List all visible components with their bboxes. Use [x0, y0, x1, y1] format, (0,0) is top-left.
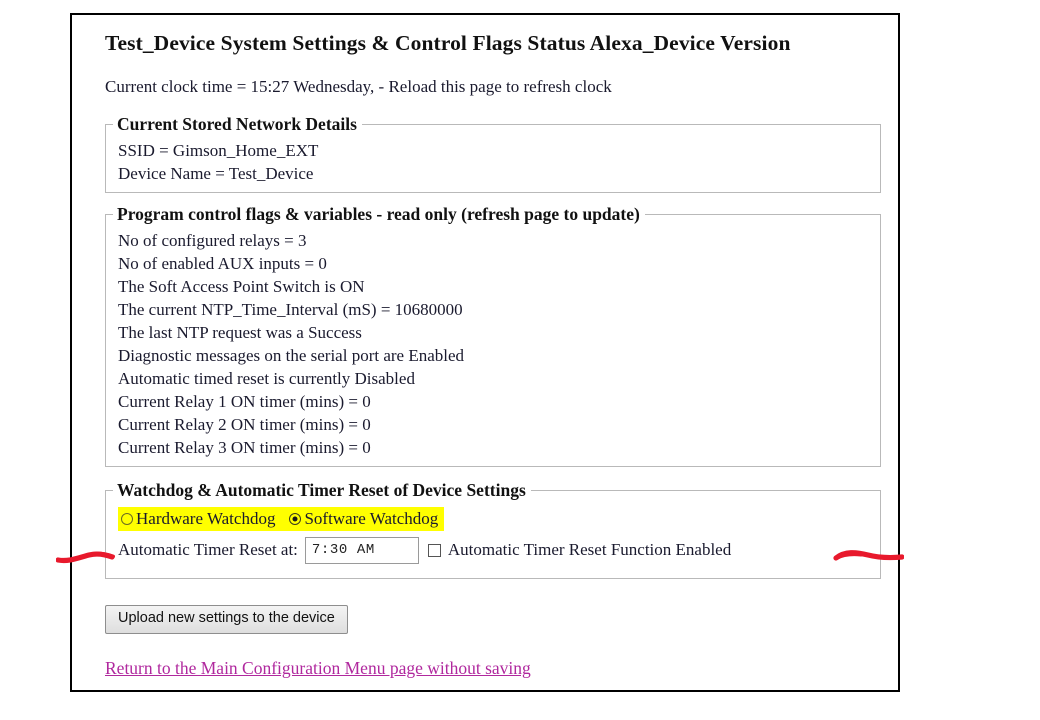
flag-line: The Soft Access Point Switch is ON [118, 276, 365, 296]
watchdog-highlight-band: Hardware Watchdog Software Watchdog [118, 506, 445, 531]
network-device-name-line: Device Name = Test_Device [118, 163, 314, 183]
current-clock-time-text: Current clock time = 15:27 Wednesday, - … [105, 76, 612, 96]
network-ssid-line: SSID = Gimson_Home_EXT [118, 140, 319, 160]
page-title: Test_Device System Settings & Control Fl… [105, 31, 791, 55]
watchdog-radio-row: Hardware Watchdog Software Watchdog [118, 506, 445, 531]
flag-line: Current Relay 1 ON timer (mins) = 0 [118, 392, 371, 411]
watchdog-fieldset: Watchdog & Automatic Timer Reset of Devi… [105, 480, 881, 580]
network-details-legend: Current Stored Network Details [117, 113, 357, 134]
return-to-main-config-menu-link[interactable]: Return to the Main Configuration Menu pa… [105, 658, 531, 679]
hardware-watchdog-radio[interactable] [121, 512, 133, 525]
flag-line: No of configured relays = 3 [118, 230, 307, 250]
automatic-timer-reset-enabled-checkbox[interactable] [427, 543, 441, 557]
automatic-timer-reset-input[interactable] [304, 536, 419, 564]
flag-line: Current Relay 2 ON timer (mins) = 0 [118, 415, 371, 435]
submit-row: Upload new settings to the device [105, 583, 898, 635]
automatic-timer-reset-enabled-label[interactable]: Automatic Timer Reset Function Enabled [448, 540, 731, 560]
flag-line: The last NTP request was a Success [118, 322, 362, 342]
flag-line: No of enabled AUX inputs = 0 [118, 253, 327, 273]
flag-line: Diagnostic messages on the serial port a… [118, 345, 465, 365]
automatic-timer-reset-label: Automatic Timer Reset at: [118, 540, 298, 560]
hardware-watchdog-label[interactable]: Hardware Watchdog [136, 509, 275, 529]
network-details-fieldset: Current Stored Network Details SSID = Gi… [105, 113, 881, 193]
software-watchdog-radio[interactable] [289, 512, 302, 525]
program-flags-fieldset: Program control flags & variables - read… [105, 203, 881, 468]
flag-line: Automatic timed reset is currently Disab… [118, 368, 415, 388]
flag-line: Current Relay 3 ON timer (mins) = 0 [118, 438, 371, 458]
program-flags-body: No of configured relays = 3 No of enable… [106, 228, 880, 459]
watchdog-legend: Watchdog & Automatic Timer Reset of Devi… [117, 480, 526, 501]
page-content: Test_Device System Settings & Control Fl… [72, 15, 898, 679]
program-flags-legend: Program control flags & variables - read… [117, 203, 640, 224]
browser-page-sheet: Test_Device System Settings & Control Fl… [70, 13, 900, 692]
software-watchdog-label[interactable]: Software Watchdog [304, 509, 438, 529]
upload-settings-button[interactable]: Upload new settings to the device [105, 605, 348, 635]
screenshot-canvas: Test_Device System Settings & Control Fl… [0, 0, 1040, 720]
network-details-body: SSID = Gimson_Home_EXT Device Name = Tes… [106, 138, 880, 185]
watchdog-body: Hardware Watchdog Software Watchdog Auto… [106, 504, 880, 565]
return-link-row: Return to the Main Configuration Menu pa… [105, 634, 898, 679]
automatic-timer-reset-row: Automatic Timer Reset at: Automatic Time… [118, 535, 880, 565]
flag-line: The current NTP_Time_Interval (mS) = 106… [118, 299, 463, 319]
